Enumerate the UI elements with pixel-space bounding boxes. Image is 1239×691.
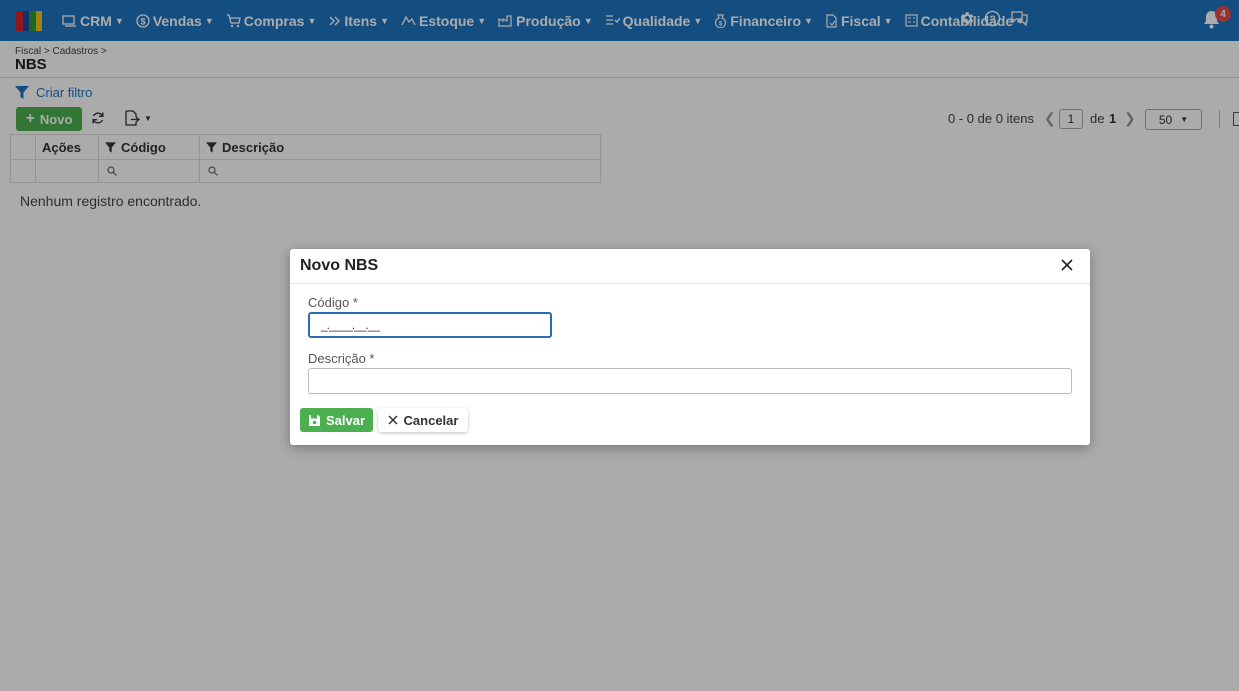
save-button[interactable]: Salvar <box>300 408 373 432</box>
floppy-disk-icon <box>308 414 320 426</box>
save-button-label: Salvar <box>325 412 366 428</box>
codigo-label: Código * <box>308 295 358 310</box>
cancel-button[interactable]: Cancelar <box>378 408 468 432</box>
cancel-button-label: Cancelar <box>403 412 459 428</box>
dialog-header-divider <box>290 283 1090 284</box>
descricao-label: Descrição * <box>308 351 375 366</box>
new-nbs-dialog: Novo NBS Código * _.____.__.__ Descrição… <box>290 249 1090 445</box>
close-icon <box>388 415 398 425</box>
dialog-title: Novo NBS <box>300 257 379 274</box>
close-icon[interactable] <box>1061 259 1073 271</box>
descricao-input[interactable] <box>308 368 1072 394</box>
codigo-input-mask: _.____.__.__ <box>321 318 380 332</box>
